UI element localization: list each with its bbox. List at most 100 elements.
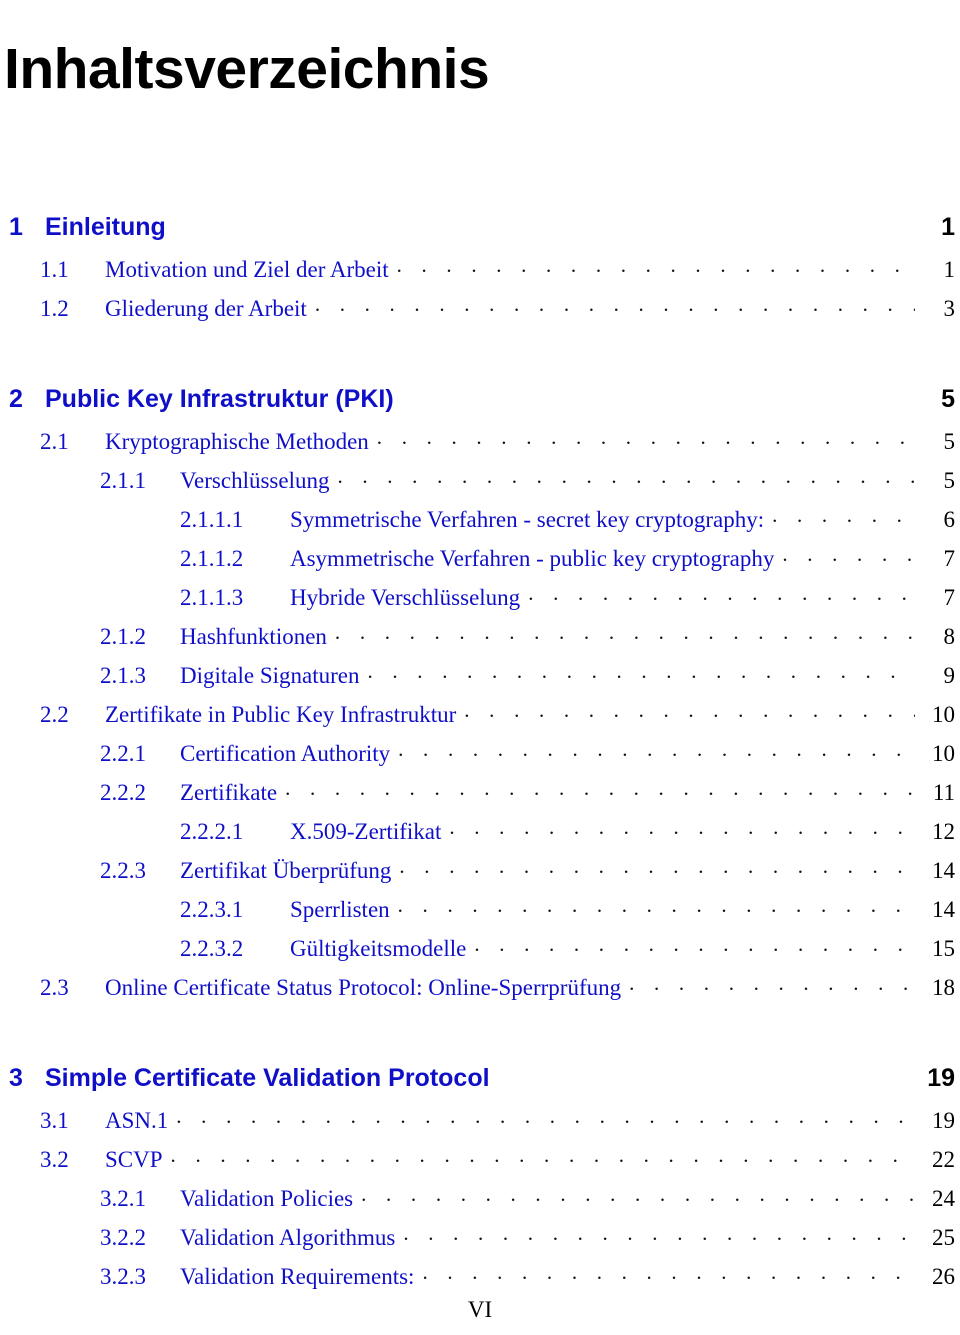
toc-entry-level-4[interactable]: 2.2.3.1 Sperrlisten 14 xyxy=(0,897,960,936)
toc-entry-page-number: 25 xyxy=(932,1225,955,1250)
toc-entry-page-number: 22 xyxy=(932,1147,955,1172)
toc-entry-level-4[interactable]: 2.1.1.3 Hybride Verschlüsselung 7 xyxy=(0,585,960,624)
toc-entry-page-number: 12 xyxy=(932,819,955,844)
toc-entry-number: 2.2 xyxy=(40,702,69,727)
toc-entry-label: Public Key Infrastruktur (PKI) xyxy=(45,385,394,413)
toc-entry-label: Hashfunktionen xyxy=(180,624,327,649)
toc-leader-dots xyxy=(498,1070,915,1086)
toc-entry-label: Validation Policies xyxy=(180,1186,354,1211)
toc-entry-page-number: 5 xyxy=(943,429,956,454)
toc-leader-dots xyxy=(772,511,915,527)
toc-entry-label: Zertifikate in Public Key Infrastruktur xyxy=(105,702,457,727)
toc-entry-label: SCVP xyxy=(105,1147,163,1172)
toc-entry-page-number: 14 xyxy=(932,897,955,922)
toc-entry-number: 2.1.1.2 xyxy=(180,546,244,571)
toc-entry-level-3[interactable]: 3.2.2 Validation Algorithmus 25 xyxy=(0,1225,960,1264)
toc-entry-page-number: 3 xyxy=(943,296,956,321)
toc-entry-number: 3.2.2 xyxy=(100,1225,146,1250)
toc-leader-dots xyxy=(422,1268,915,1284)
toc-entry-level-2[interactable]: 3.2 SCVP 22 xyxy=(0,1147,960,1186)
toc-entry-label: Zertifikat Überprüfung xyxy=(180,858,392,883)
toc-entry-level-2[interactable]: 2.1 Kryptographische Methoden 5 xyxy=(0,429,960,468)
toc-entry-page-number: 5 xyxy=(943,468,956,493)
toc-entry-number: 2.1.3 xyxy=(100,663,146,688)
toc-entry-level-2[interactable]: 1.1 Motivation und Ziel der Arbeit 1 xyxy=(0,257,960,296)
toc-entry-label: Sperrlisten xyxy=(290,897,390,922)
toc-entry-number: 1.1 xyxy=(40,257,69,282)
toc-entry-page-number: 1 xyxy=(941,213,955,241)
toc-leader-dots xyxy=(464,706,915,722)
toc-entry-level-2[interactable]: 2.3 Online Certificate Status Protocol: O… xyxy=(0,975,960,1014)
toc-leader-dots xyxy=(397,261,915,277)
toc-entry-number: 3.2.3 xyxy=(100,1264,146,1289)
toc-entry-number: 2.3 xyxy=(40,975,69,1000)
toc-leader-dots xyxy=(377,433,915,449)
toc-entry-label: Kryptographische Methoden xyxy=(105,429,369,454)
toc-entry-level-4[interactable]: 2.2.3.2 Gültigkeitsmodelle 15 xyxy=(0,936,960,975)
toc-entry-level-2[interactable]: 1.2 Gliederung der Arbeit 3 xyxy=(0,296,960,335)
toc-entry-number: 2 xyxy=(9,385,23,413)
toc-entry-level-4[interactable]: 2.2.2.1 X.509-Zertifikat 12 xyxy=(0,819,960,858)
toc-entry-label: ASN.1 xyxy=(105,1108,169,1133)
toc-entry-label: Validation Requirements: xyxy=(180,1264,415,1289)
toc-entry-level-1[interactable]: 3 Simple Certificate Validation Protocol 1… xyxy=(0,1064,960,1108)
toc-entry-level-3[interactable]: 2.1.1 Verschlüsselung 5 xyxy=(0,468,960,507)
toc-entry-level-2[interactable]: 3.1 ASN.1 19 xyxy=(0,1108,960,1147)
toc-entry-level-3[interactable]: 2.1.3 Digitale Signaturen 9 xyxy=(0,663,960,702)
toc-entry-page-number: 19 xyxy=(932,1108,955,1133)
toc-entry-level-3[interactable]: 2.2.1 Certification Authority 10 xyxy=(0,741,960,780)
toc-entry-label: Zertifikate xyxy=(180,780,278,805)
toc-entry-page-number: 10 xyxy=(932,702,955,727)
toc-entry-page-number: 7 xyxy=(943,546,956,571)
toc-entry-number: 2.1 xyxy=(40,429,69,454)
toc-leader-dots xyxy=(176,1112,915,1128)
toc-entry-number: 3.2.1 xyxy=(100,1186,146,1211)
toc-leader-dots xyxy=(315,300,915,316)
toc-leader-dots xyxy=(474,940,915,956)
toc-entry-page-number: 5 xyxy=(941,385,955,413)
toc-entry-number: 2.1.2 xyxy=(100,624,146,649)
toc-entry-number: 1.2 xyxy=(40,296,69,321)
toc-entry-page-number: 8 xyxy=(943,624,956,649)
toc-entry-level-2[interactable]: 2.2 Zertifikate in Public Key Infrastrukt… xyxy=(0,702,960,741)
toc-entry-level-3[interactable]: 2.1.2 Hashfunktionen 8 xyxy=(0,624,960,663)
toc-entry-label: Einleitung xyxy=(45,213,166,241)
toc-entry-level-3[interactable]: 2.2.3 Zertifikat Überprüfung 14 xyxy=(0,858,960,897)
toc-entry-number: 1 xyxy=(9,213,23,241)
toc-entry-label: Gliederung der Arbeit xyxy=(105,296,307,321)
toc-entry-number: 2.2.3.1 xyxy=(180,897,244,922)
toc-entry-label: Gültigkeitsmodelle xyxy=(290,936,467,961)
toc-leader-dots xyxy=(368,667,916,683)
toc-entry-number: 3 xyxy=(9,1064,23,1092)
toc-entry-page-number: 9 xyxy=(943,663,956,688)
toc-entry-level-3[interactable]: 3.2.1 Validation Policies 24 xyxy=(0,1186,960,1225)
toc-entry-page-number: 14 xyxy=(932,858,955,883)
toc-leader-dots xyxy=(398,901,915,917)
toc-entry-page-number: 26 xyxy=(932,1264,955,1289)
toc-leader-dots xyxy=(337,472,915,488)
toc-entry-label: Certification Authority xyxy=(180,741,391,766)
toc-leader-dots xyxy=(403,1229,915,1245)
toc-entry-number: 2.2.2 xyxy=(100,780,146,805)
toc-leader-dots xyxy=(528,589,915,605)
toc-entry-number: 2.1.1.1 xyxy=(180,507,244,532)
toc-entry-level-4[interactable]: 2.1.1.1 Symmetrische Verfahren - secret k… xyxy=(0,507,960,546)
toc-entry-label: Hybride Verschlüsselung xyxy=(290,585,521,610)
toc-entry-page-number: 1 xyxy=(943,257,956,282)
toc-entry-label: Digitale Signaturen xyxy=(180,663,360,688)
toc-entry-label: Symmetrische Verfahren - secret key cryp… xyxy=(290,507,765,532)
toc-entry-level-1[interactable]: 1 Einleitung 1 xyxy=(0,213,960,257)
toc-entry-number: 2.1.1 xyxy=(100,468,146,493)
toc-entry-number: 3.1 xyxy=(40,1108,69,1133)
toc-entry-number: 2.2.3 xyxy=(100,858,146,883)
toc-leader-dots xyxy=(335,628,915,644)
toc-entry-level-1[interactable]: 2 Public Key Infrastruktur (PKI) 5 xyxy=(0,385,960,429)
toc-leader-dots xyxy=(171,1151,915,1167)
toc-entry-level-4[interactable]: 2.1.1.2 Asymmetrische Verfahren - public … xyxy=(0,546,960,585)
toc-entry-label: X.509-Zertifikat xyxy=(290,819,442,844)
toc-entry-page-number: 6 xyxy=(943,507,956,532)
toc-leader-dots xyxy=(174,219,915,235)
toc-entry-level-3[interactable]: 2.2.2 Zertifikate 11 xyxy=(0,780,960,819)
toc-leader-dots xyxy=(361,1190,915,1206)
toc-entry-page-number: 18 xyxy=(932,975,955,1000)
